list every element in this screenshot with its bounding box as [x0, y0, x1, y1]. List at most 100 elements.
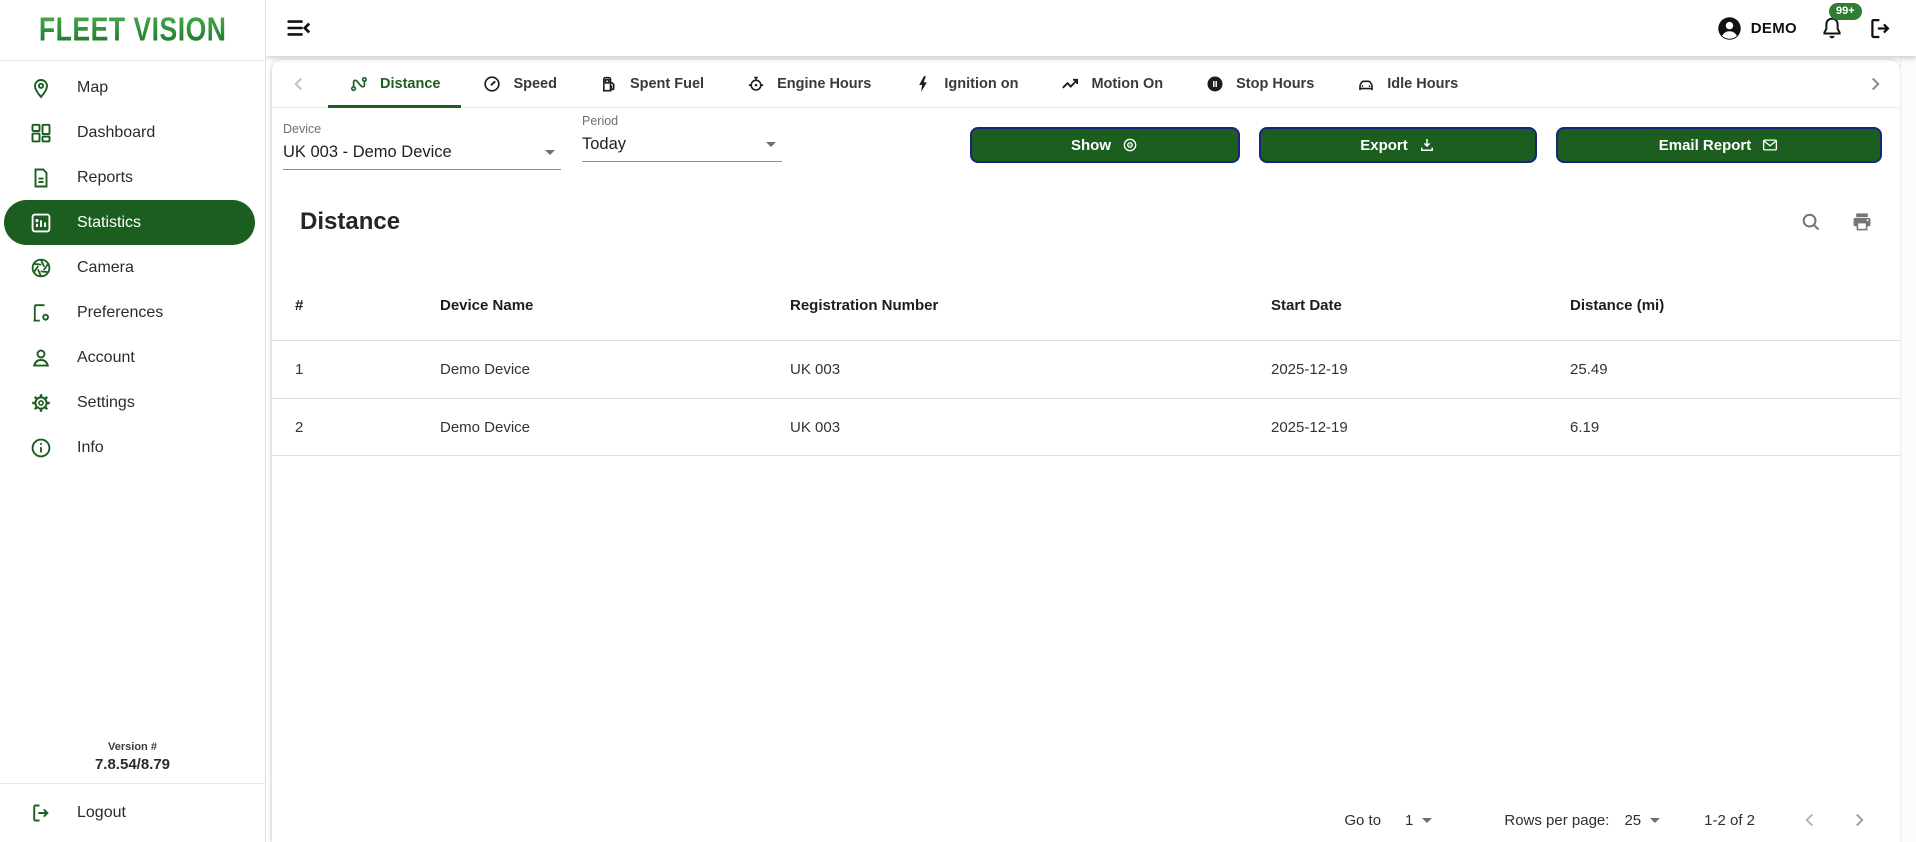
- sidebar-item-dashboard[interactable]: Dashboard: [0, 110, 265, 155]
- eye-icon: [1121, 136, 1139, 154]
- user-menu[interactable]: DEMO: [1716, 15, 1797, 42]
- actions-group: Show Export Email Report: [970, 122, 1882, 163]
- tab-spent-fuel[interactable]: Spent Fuel: [578, 60, 725, 108]
- goto-label: Go to: [1344, 812, 1381, 829]
- cell-device-name: Demo Device: [440, 361, 790, 378]
- cell-device-name: Demo Device: [440, 419, 790, 436]
- sidebar-item-label: Settings: [77, 394, 135, 412]
- goto-page-value: 1: [1405, 812, 1413, 829]
- tab-label: Ignition on: [944, 76, 1018, 92]
- table-header-row: # Device Name Registration Number Start …: [272, 270, 1900, 340]
- version-block: Version # 7.8.54/8.79: [0, 741, 265, 783]
- tab-distance[interactable]: Distance: [328, 60, 461, 108]
- sidebar-item-info[interactable]: Info: [0, 425, 265, 470]
- pagination-range: 1-2 of 2: [1704, 812, 1755, 829]
- bolt-icon: [913, 74, 933, 94]
- rows-per-page-select[interactable]: 25: [1624, 812, 1660, 829]
- notifications-badge: 99+: [1829, 3, 1862, 20]
- email-report-button[interactable]: Email Report: [1556, 127, 1882, 163]
- app-logo-text: FLEET VISION: [39, 11, 226, 49]
- col-header-registration-number: Registration Number: [790, 297, 1271, 314]
- caret-down-icon: [1422, 818, 1432, 823]
- table-row[interactable]: 2 Demo Device UK 003 2025-12-19 6.19: [272, 398, 1900, 456]
- tab-stop-hours[interactable]: Stop Hours: [1184, 60, 1335, 108]
- sidebar-item-settings[interactable]: Settings: [0, 380, 265, 425]
- caret-down-icon: [766, 142, 776, 147]
- search-icon[interactable]: [1799, 210, 1823, 234]
- tab-idle-hours[interactable]: Idle Hours: [1335, 60, 1479, 108]
- chevron-right-icon[interactable]: [1848, 809, 1870, 831]
- tab-ignition-on[interactable]: Ignition on: [892, 60, 1039, 108]
- exit-icon[interactable]: [1867, 15, 1894, 42]
- rows-per-page-label: Rows per page:: [1504, 812, 1609, 829]
- user-name: DEMO: [1751, 20, 1797, 37]
- sidebar-item-label: Info: [77, 439, 104, 457]
- menu-open-icon[interactable]: [284, 14, 312, 42]
- vertical-scrollbar[interactable]: [1900, 56, 1916, 842]
- tabs-scroll-left-icon[interactable]: [288, 73, 310, 95]
- sidebar-item-label: Account: [77, 349, 135, 367]
- sidebar-item-reports[interactable]: Reports: [0, 155, 265, 200]
- sidebar-item-account[interactable]: Account: [0, 335, 265, 380]
- tab-label: Distance: [380, 76, 440, 92]
- sidebar-item-map[interactable]: Map: [0, 65, 265, 110]
- col-header-start-date: Start Date: [1271, 297, 1570, 314]
- gear-icon: [29, 391, 53, 415]
- show-button-label: Show: [1071, 137, 1111, 154]
- period-select-label: Period: [582, 114, 782, 128]
- sidebar-item-label: Statistics: [77, 214, 141, 232]
- pause-circle-icon: [1205, 74, 1225, 94]
- col-header-distance: Distance (mi): [1570, 297, 1900, 314]
- caret-down-icon: [545, 150, 555, 155]
- chevron-left-icon[interactable]: [1799, 809, 1821, 831]
- statistics-icon: [29, 211, 53, 235]
- info-icon: [29, 436, 53, 460]
- device-select-value: UK 003 - Demo Device: [283, 143, 452, 162]
- device-select[interactable]: Device UK 003 - Demo Device: [283, 122, 561, 170]
- tab-label: Stop Hours: [1236, 76, 1314, 92]
- cell-start-date: 2025-12-19: [1271, 419, 1570, 436]
- cell-start-date: 2025-12-19: [1271, 361, 1570, 378]
- table-row[interactable]: 1 Demo Device UK 003 2025-12-19 25.49: [272, 340, 1900, 398]
- cell-index: 2: [295, 419, 440, 436]
- distance-table: # Device Name Registration Number Start …: [272, 270, 1900, 456]
- printer-icon[interactable]: [1850, 210, 1874, 234]
- tab-label: Spent Fuel: [630, 76, 704, 92]
- logout-button[interactable]: Logout: [0, 784, 265, 842]
- version-value: 7.8.54/8.79: [0, 756, 265, 773]
- sidebar: FLEET VISION Map Dashboard R: [0, 0, 266, 842]
- trending-up-icon: [1060, 74, 1080, 94]
- sidebar-nav: Map Dashboard Reports: [0, 61, 265, 470]
- tab-engine-hours[interactable]: Engine Hours: [725, 60, 892, 108]
- col-header-index: #: [295, 297, 440, 314]
- sidebar-item-statistics[interactable]: Statistics: [4, 200, 255, 245]
- sidebar-item-label: Reports: [77, 169, 133, 187]
- download-icon: [1418, 136, 1436, 154]
- tab-label: Motion On: [1091, 76, 1163, 92]
- tab-speed[interactable]: Speed: [461, 60, 578, 108]
- account-icon: [29, 346, 53, 370]
- notifications-button[interactable]: 99+: [1819, 15, 1845, 41]
- tab-label: Engine Hours: [777, 76, 871, 92]
- period-select[interactable]: Period Today: [582, 114, 782, 162]
- col-header-device-name: Device Name: [440, 297, 790, 314]
- sidebar-item-label: Preferences: [77, 304, 163, 322]
- tabs-scroll-right-icon[interactable]: [1864, 73, 1886, 95]
- pagination-bar: Go to 1 Rows per page: 25 1-2 of 2: [1344, 809, 1870, 831]
- fuel-pump-icon: [599, 74, 619, 94]
- dashboard-icon: [29, 121, 53, 145]
- sidebar-item-camera[interactable]: Camera: [0, 245, 265, 290]
- show-button[interactable]: Show: [970, 127, 1240, 163]
- tab-motion-on[interactable]: Motion On: [1039, 60, 1184, 108]
- rows-per-page-value: 25: [1624, 812, 1641, 829]
- cell-registration-number: UK 003: [790, 361, 1271, 378]
- goto-page-select[interactable]: 1: [1405, 812, 1432, 829]
- mail-icon: [1761, 136, 1779, 154]
- export-button-label: Export: [1360, 137, 1408, 154]
- cell-registration-number: UK 003: [790, 419, 1271, 436]
- export-button[interactable]: Export: [1259, 127, 1537, 163]
- sidebar-item-preferences[interactable]: Preferences: [0, 290, 265, 335]
- car-icon: [1356, 74, 1376, 94]
- preferences-icon: [29, 301, 53, 325]
- report-header: Distance: [300, 208, 1874, 236]
